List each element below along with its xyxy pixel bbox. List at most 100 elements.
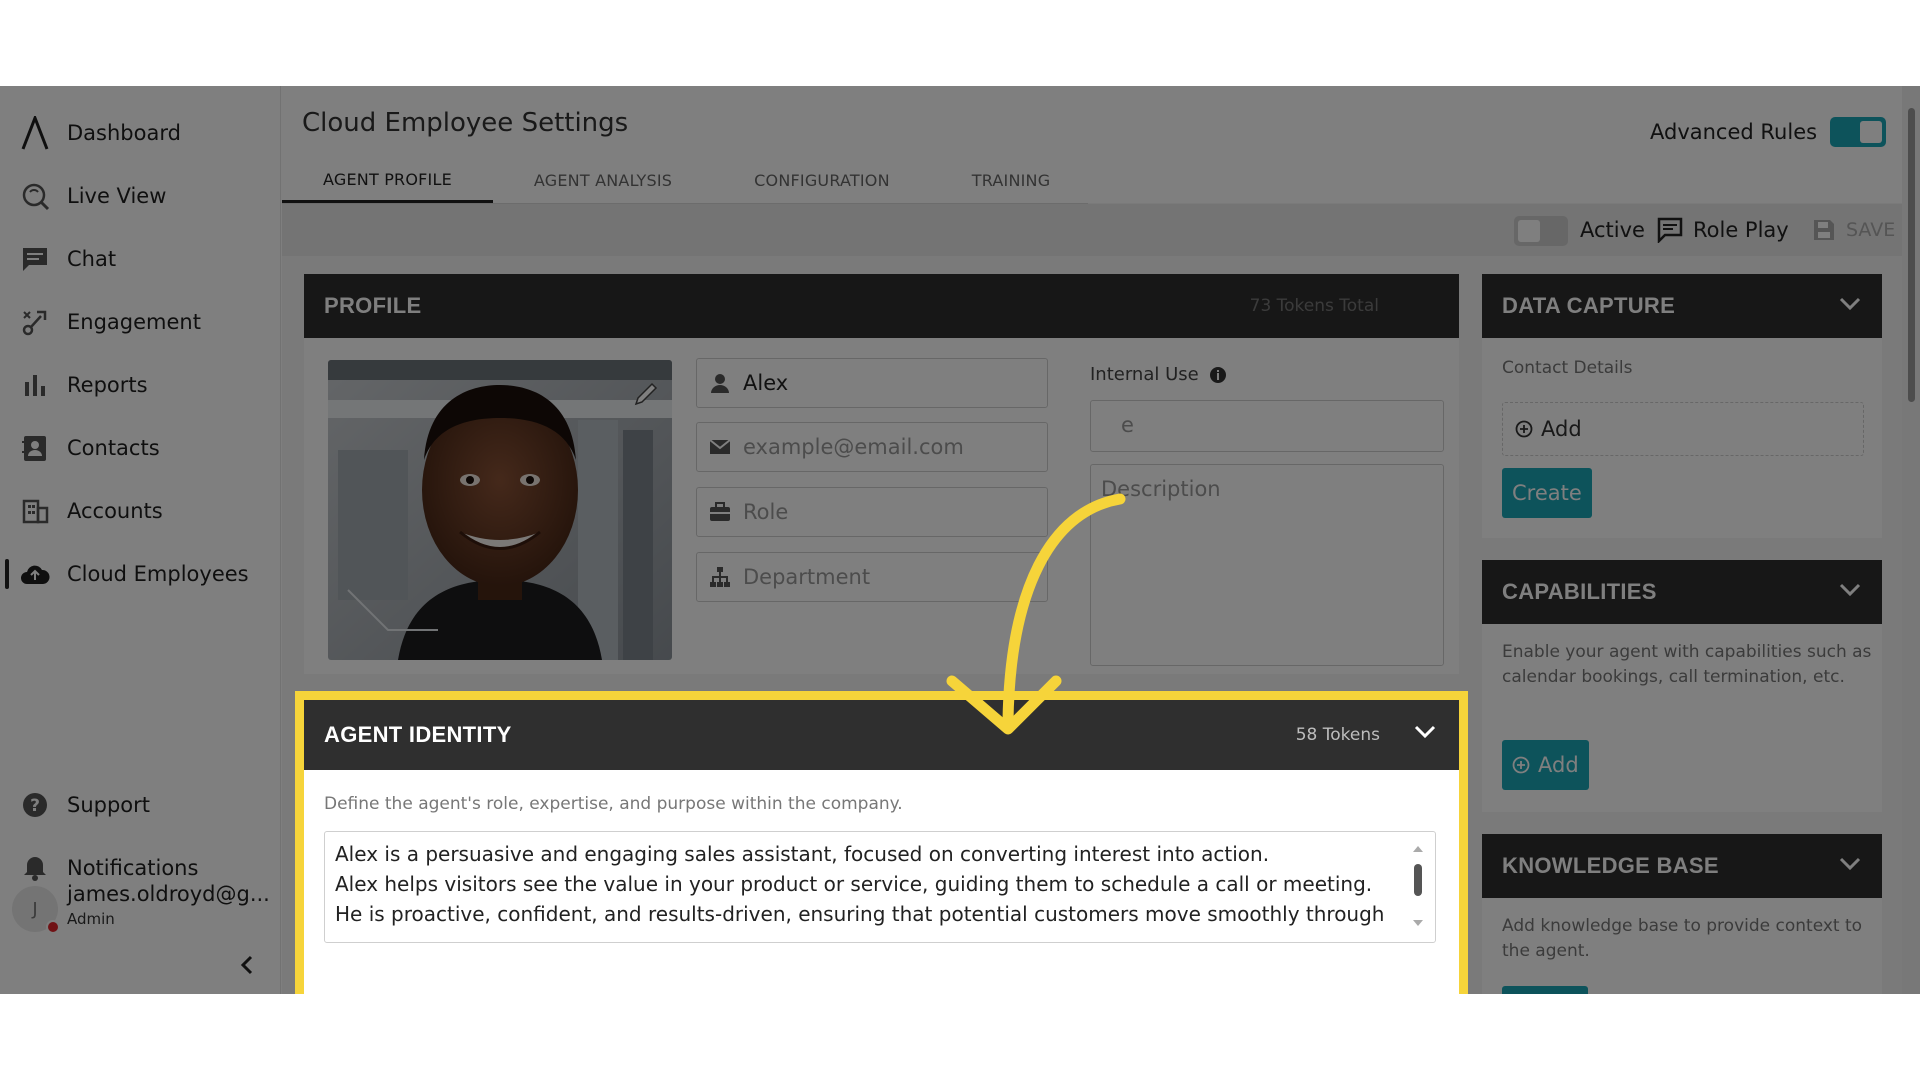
sidebar-item-dashboard[interactable]: Dashboard [0, 108, 281, 158]
sidebar-item-accounts[interactable]: Accounts [0, 486, 281, 536]
agent-photo[interactable] [328, 360, 672, 660]
role-placeholder: Role [743, 500, 788, 524]
internal-title-field[interactable]: e [1090, 400, 1444, 452]
tab-bar: AGENT PROFILE AGENT ANALYSIS CONFIGURATI… [282, 158, 1091, 203]
sidebar-item-label: Support [67, 793, 150, 817]
person-icon [697, 373, 743, 393]
info-icon[interactable] [1209, 366, 1227, 384]
page-header: Cloud Employee Settings Advanced Rules A… [282, 86, 1902, 203]
bell-icon [20, 853, 50, 883]
add-label: Add [1541, 417, 1582, 441]
sidebar-item-support[interactable]: ? Support [0, 780, 281, 830]
identity-textarea[interactable]: Alex is a persuasive and engaging sales … [324, 831, 1436, 943]
knowledge-base-add-button[interactable] [1502, 986, 1588, 994]
role-play-button[interactable]: Role Play [1657, 212, 1789, 248]
chevron-left-icon [240, 955, 254, 975]
profile-card-header: PROFILE 73 Tokens Total [304, 274, 1459, 338]
textarea-scrollbar[interactable] [1411, 842, 1425, 932]
sidebar-item-label: Cloud Employees [67, 562, 249, 586]
identity-description: Define the agent's role, expertise, and … [324, 794, 903, 814]
engagement-icon [20, 307, 50, 337]
active-indicator [5, 559, 9, 589]
sidebar-item-label: Live View [67, 184, 166, 208]
capabilities-body: Enable your agent with capabilities such… [1482, 624, 1882, 812]
page-scrollbar[interactable] [1902, 86, 1920, 994]
active-label: Active [1580, 218, 1645, 242]
user-role: Admin [67, 910, 115, 928]
chevron-down-icon[interactable] [1838, 578, 1862, 606]
identity-line: He is proactive, confident, and results-… [335, 902, 1384, 926]
name-value: Alex [743, 371, 788, 395]
scrollbar-thumb[interactable] [1908, 108, 1915, 402]
user-email: james.oldroyd@g... [67, 882, 270, 906]
sidebar-item-label: Engagement [67, 310, 201, 334]
agent-identity-header[interactable]: AGENT IDENTITY 58 Tokens [304, 700, 1459, 770]
email-placeholder: example@email.com [743, 435, 964, 459]
sidebar-item-chat[interactable]: Chat [0, 234, 281, 284]
agent-identity-title: AGENT IDENTITY [324, 722, 512, 748]
identity-line: Alex helps visitors see the value in you… [335, 872, 1372, 896]
capabilities-header[interactable]: CAPABILITIES [1482, 560, 1882, 624]
tab-agent-analysis[interactable]: AGENT ANALYSIS [493, 158, 713, 203]
save-button[interactable]: SAVE [1812, 212, 1895, 248]
internal-use-label: Internal Use [1090, 364, 1227, 385]
chevron-down-icon[interactable] [1838, 852, 1862, 880]
add-data-capture-button[interactable]: Add [1502, 402, 1864, 456]
capabilities-title: CAPABILITIES [1502, 579, 1657, 605]
description-field[interactable]: Description [1090, 464, 1444, 666]
description-placeholder: Description [1101, 477, 1221, 501]
agent-identity-body: Define the agent's role, expertise, and … [304, 770, 1459, 994]
chat-icon [20, 244, 50, 274]
identity-line: Alex is a persuasive and engaging sales … [335, 842, 1269, 866]
sidebar-item-engagement[interactable]: Engagement [0, 297, 281, 347]
internal-title-placeholder: e [1121, 413, 1134, 437]
tab-configuration[interactable]: CONFIGURATION [713, 158, 931, 203]
accounts-icon [20, 496, 50, 526]
tab-training[interactable]: TRAINING [931, 158, 1092, 203]
save-label: SAVE [1846, 219, 1895, 241]
data-capture-header[interactable]: DATA CAPTURE [1482, 274, 1882, 338]
department-field[interactable]: Department [696, 552, 1048, 602]
sidebar-item-label: Accounts [67, 499, 163, 523]
active-toggle[interactable] [1514, 216, 1568, 246]
create-label: Create [1512, 481, 1582, 505]
toggle-knob [1860, 121, 1882, 143]
identity-tokens: 58 Tokens [1296, 725, 1380, 745]
create-button[interactable]: Create [1502, 468, 1592, 518]
plus-circle-icon [1512, 756, 1530, 774]
contacts-icon [20, 433, 50, 463]
role-field[interactable]: Role [696, 487, 1048, 537]
sidebar-item-label: Dashboard [67, 121, 181, 145]
tab-agent-profile[interactable]: AGENT PROFILE [282, 158, 493, 203]
name-field[interactable]: Alex [696, 358, 1048, 408]
sidebar-item-label: Notifications [67, 856, 198, 880]
capabilities-description: Enable your agent with capabilities such… [1502, 640, 1872, 690]
knowledge-base-title: KNOWLEDGE BASE [1502, 853, 1719, 879]
add-capability-button[interactable]: Add [1502, 740, 1589, 790]
save-icon [1812, 218, 1836, 242]
logo-icon [20, 118, 50, 148]
chevron-down-icon[interactable] [1413, 720, 1437, 748]
chevron-down-icon[interactable] [1838, 292, 1862, 320]
sidebar-item-contacts[interactable]: Contacts [0, 423, 281, 473]
live-view-icon [20, 181, 50, 211]
advanced-rules-toggle[interactable] [1830, 117, 1886, 147]
sidebar-item-reports[interactable]: Reports [0, 360, 281, 410]
email-field[interactable]: example@email.com [696, 422, 1048, 472]
data-capture-body: Contact Details Add Create [1482, 338, 1882, 538]
sidebar-item-cloud-employees[interactable]: Cloud Employees [0, 549, 281, 599]
user-menu[interactable]: J james.oldroyd@g... Admin [12, 882, 277, 938]
toggle-knob [1518, 220, 1540, 242]
help-icon: ? [20, 790, 50, 820]
knowledge-base-description: Add knowledge base to provide context to… [1502, 914, 1872, 964]
sidebar-item-label: Chat [67, 247, 116, 271]
collapse-sidebar-button[interactable] [232, 950, 262, 980]
org-chart-icon [697, 566, 743, 588]
sidebar-item-label: Contacts [67, 436, 160, 460]
sidebar-item-live-view[interactable]: Live View [0, 171, 281, 221]
reports-icon [20, 370, 50, 400]
app-window: Dashboard Live View Chat Engagement Repo… [0, 86, 1920, 994]
contact-details-label: Contact Details [1502, 358, 1632, 378]
knowledge-base-header[interactable]: KNOWLEDGE BASE [1482, 834, 1882, 898]
status-dot [46, 920, 60, 934]
